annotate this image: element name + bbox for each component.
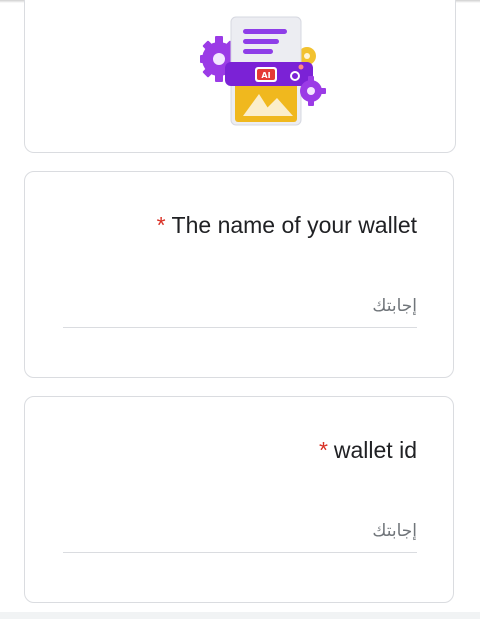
- question-title: * The name of your wallet: [157, 212, 417, 239]
- question-label: wallet id: [333, 437, 417, 463]
- question-card-wallet-id: * wallet id: [24, 396, 454, 603]
- question-label: The name of your wallet: [171, 212, 417, 238]
- required-asterisk: *: [156, 212, 166, 238]
- ai-document-gears-icon: AI: [200, 16, 326, 126]
- logo-badge-text: AI: [261, 71, 270, 80]
- form-page: AI *The name of your wallet *wallet id: [0, 0, 480, 619]
- required-asterisk: *: [318, 437, 328, 463]
- question-title: * wallet id: [319, 437, 417, 464]
- header-card: AI: [24, 0, 456, 153]
- wallet-id-input[interactable]: [63, 509, 417, 553]
- wallet-name-input[interactable]: [63, 284, 417, 328]
- bottom-background: [0, 612, 480, 619]
- question-card-wallet-name: * The name of your wallet: [24, 171, 454, 378]
